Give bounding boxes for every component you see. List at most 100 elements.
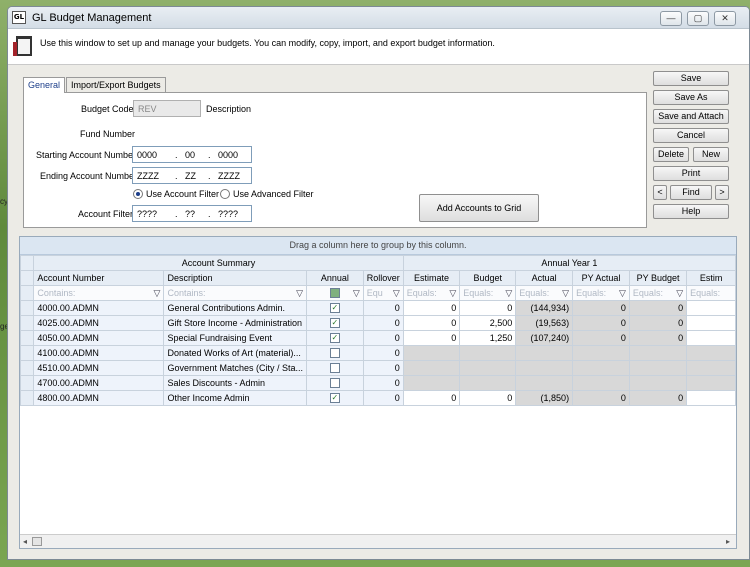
py-actual-cell[interactable] bbox=[572, 360, 630, 376]
save-button[interactable]: Save bbox=[653, 71, 729, 86]
row-selector[interactable] bbox=[20, 390, 35, 406]
rollover-cell[interactable]: 0 bbox=[362, 300, 404, 316]
filter-icon[interactable]: ▽ bbox=[676, 288, 683, 299]
rollover-cell[interactable]: 0 bbox=[362, 315, 404, 331]
filter-cell[interactable]: Contains: ▽ bbox=[33, 285, 165, 301]
actual-cell[interactable]: (107,240) bbox=[515, 330, 574, 346]
close-button[interactable]: ✕ bbox=[714, 11, 736, 26]
estimate-2-cell[interactable] bbox=[686, 300, 736, 316]
filter-icon[interactable]: ▽ bbox=[353, 288, 360, 299]
table-row[interactable]: 4700.00.ADMN Sales Discounts - Admin 0 bbox=[20, 375, 736, 391]
col-annual[interactable]: Annual bbox=[306, 270, 364, 286]
estimate-cell[interactable] bbox=[402, 375, 461, 391]
row-selector[interactable] bbox=[20, 360, 35, 376]
description-cell[interactable]: Sales Discounts - Admin bbox=[163, 375, 308, 391]
estimate-cell[interactable] bbox=[402, 345, 461, 361]
account-number-cell[interactable]: 4700.00.ADMN bbox=[33, 375, 165, 391]
filter-cell[interactable]: Equals: ▽ bbox=[515, 285, 574, 301]
scroll-thumb[interactable] bbox=[32, 537, 42, 546]
col-estimate[interactable]: Estimate bbox=[402, 270, 461, 286]
py-budget-cell[interactable]: 0 bbox=[628, 330, 688, 346]
actual-cell[interactable] bbox=[515, 375, 574, 391]
account-filter-radio[interactable] bbox=[133, 189, 143, 199]
py-actual-cell[interactable]: 0 bbox=[572, 315, 630, 331]
filter-cell[interactable]: Equals: bbox=[686, 285, 736, 301]
filter-icon[interactable]: ▽ bbox=[619, 288, 626, 299]
description-cell[interactable]: General Contributions Admin. bbox=[163, 300, 308, 316]
budget-cell[interactable]: 2,500 bbox=[459, 315, 517, 331]
group-by-bar[interactable]: Drag a column here to group by this colu… bbox=[20, 237, 736, 255]
budget-cell[interactable]: 1,250 bbox=[459, 330, 517, 346]
actual-cell[interactable]: (19,563) bbox=[515, 315, 574, 331]
col-description[interactable]: Description bbox=[163, 270, 308, 286]
row-selector[interactable] bbox=[20, 345, 35, 361]
py-budget-cell[interactable]: 0 bbox=[628, 315, 688, 331]
unchecked-checkbox-icon[interactable] bbox=[329, 363, 340, 374]
actual-cell[interactable] bbox=[515, 360, 574, 376]
scroll-right-icon[interactable]: ▸ bbox=[726, 537, 730, 546]
delete-button[interactable]: Delete bbox=[653, 147, 689, 162]
rollover-cell[interactable]: 0 bbox=[362, 345, 404, 361]
account-number-cell[interactable]: 4050.00.ADMN bbox=[33, 330, 165, 346]
filter-icon[interactable]: ▽ bbox=[154, 288, 161, 299]
col-estimate-2[interactable]: Estim bbox=[686, 270, 736, 286]
estimate-2-cell[interactable] bbox=[686, 390, 736, 406]
unchecked-checkbox-icon[interactable] bbox=[329, 348, 340, 359]
row-selector[interactable] bbox=[20, 330, 35, 346]
py-budget-cell[interactable] bbox=[628, 375, 688, 391]
rollover-cell[interactable]: 0 bbox=[362, 375, 404, 391]
add-accounts-button[interactable]: Add Accounts to Grid bbox=[419, 194, 539, 222]
table-row[interactable]: 4100.00.ADMN Donated Works of Art (materi… bbox=[20, 345, 736, 361]
row-selector[interactable] bbox=[20, 375, 35, 391]
filter-icon[interactable]: ▽ bbox=[562, 288, 569, 299]
help-button[interactable]: Help bbox=[653, 204, 729, 219]
estimate-2-cell[interactable] bbox=[686, 330, 736, 346]
starting-account-field[interactable]: 0000 . 00 . 0000 bbox=[132, 146, 252, 163]
py-actual-cell[interactable] bbox=[572, 345, 630, 361]
restore-button[interactable]: ▢ bbox=[687, 11, 709, 26]
checked-checkbox-icon[interactable]: ✓ bbox=[329, 333, 340, 344]
py-budget-cell[interactable] bbox=[628, 345, 688, 361]
ending-account-field[interactable]: ZZZZ . ZZ . ZZZZ bbox=[132, 167, 252, 184]
annual-checkbox-cell[interactable]: ✓ bbox=[306, 315, 364, 331]
annual-checkbox-cell[interactable] bbox=[306, 360, 364, 376]
annual-checkbox-cell[interactable]: ✓ bbox=[306, 390, 364, 406]
tab-import-export[interactable]: Import/Export Budgets bbox=[66, 77, 166, 92]
next-button[interactable]: > bbox=[715, 185, 729, 200]
checked-checkbox-icon[interactable]: ✓ bbox=[329, 303, 340, 314]
filter-cell[interactable]: Equals: ▽ bbox=[572, 285, 630, 301]
estimate-cell[interactable]: 0 bbox=[402, 330, 461, 346]
annual-checkbox-cell[interactable] bbox=[306, 375, 364, 391]
account-filter-field[interactable]: ???? . ?? . ???? bbox=[132, 205, 252, 222]
filter-icon[interactable]: ▽ bbox=[505, 288, 512, 299]
tab-general[interactable]: General bbox=[23, 77, 66, 93]
row-selector[interactable] bbox=[20, 315, 35, 331]
description-cell[interactable]: Gift Store Income - Administration bbox=[163, 315, 308, 331]
table-row[interactable]: 4025.00.ADMN Gift Store Income - Administ… bbox=[20, 315, 736, 331]
py-budget-cell[interactable]: 0 bbox=[628, 390, 688, 406]
save-as-button[interactable]: Save As bbox=[653, 90, 729, 105]
rollover-cell[interactable]: 0 bbox=[362, 330, 404, 346]
col-account-number[interactable]: Account Number bbox=[33, 270, 165, 286]
account-number-cell[interactable]: 4800.00.ADMN bbox=[33, 390, 165, 406]
col-actual[interactable]: Actual bbox=[515, 270, 574, 286]
table-row[interactable]: 4050.00.ADMN Special Fundraising Event ✓ 0 0… bbox=[20, 330, 736, 346]
account-number-cell[interactable]: 4000.00.ADMN bbox=[33, 300, 165, 316]
filter-checkbox[interactable] bbox=[329, 288, 340, 299]
filter-icon[interactable]: ▽ bbox=[449, 288, 456, 299]
horizontal-scrollbar[interactable]: ◂ ▸ bbox=[20, 534, 736, 548]
actual-cell[interactable]: (144,934) bbox=[515, 300, 574, 316]
filter-icon[interactable]: ▽ bbox=[393, 288, 400, 299]
account-number-cell[interactable]: 4025.00.ADMN bbox=[33, 315, 165, 331]
scroll-left-icon[interactable]: ◂ bbox=[23, 537, 27, 546]
budget-cell[interactable]: 0 bbox=[459, 390, 517, 406]
minimize-button[interactable]: — bbox=[660, 11, 682, 26]
py-actual-cell[interactable]: 0 bbox=[572, 390, 630, 406]
account-number-cell[interactable]: 4100.00.ADMN bbox=[33, 345, 165, 361]
budget-cell[interactable]: 0 bbox=[459, 300, 517, 316]
actual-cell[interactable] bbox=[515, 345, 574, 361]
description-cell[interactable]: Special Fundraising Event bbox=[163, 330, 308, 346]
description-cell[interactable]: Donated Works of Art (material)... bbox=[163, 345, 308, 361]
py-actual-cell[interactable]: 0 bbox=[572, 330, 630, 346]
col-rollover[interactable]: Rollover bbox=[362, 270, 404, 286]
